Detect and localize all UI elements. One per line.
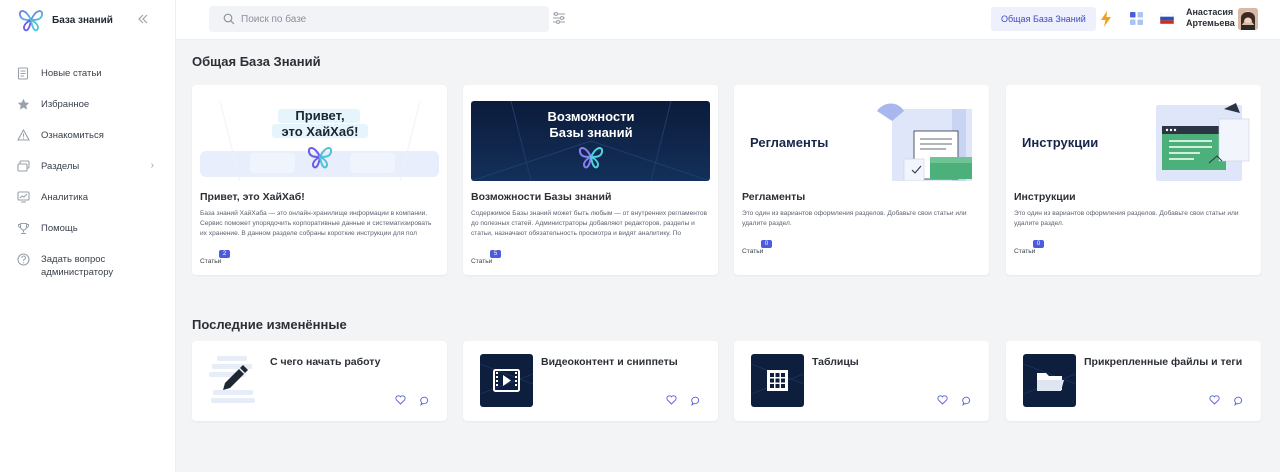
butterfly-logo-icon (19, 10, 43, 32)
articles-label: Статьи (1014, 248, 1036, 255)
heart-icon[interactable] (666, 395, 677, 405)
card-banner: Инструкции (1014, 101, 1253, 181)
comment-icon[interactable] (691, 396, 701, 406)
recent-article-title[interactable]: Видеоконтент и сниппеты (541, 356, 678, 368)
sidebar-item-sections[interactable]: Разделы › (0, 151, 176, 182)
section-card[interactable]: Инструкции Инструкции Это один из вариан… (1006, 85, 1261, 275)
filter-settings-icon[interactable] (552, 11, 566, 25)
folder-icon (1023, 354, 1076, 407)
sidebar-item-new-articles[interactable]: Новые статьи (0, 58, 176, 89)
sidebar-item-label: Помощь (41, 223, 78, 234)
card-description: Содержимое Базы знаний может быть любым … (471, 210, 708, 237)
section-title: Общая База Знаний (192, 54, 321, 69)
warning-icon (16, 128, 30, 142)
video-icon (480, 354, 533, 407)
comment-icon[interactable] (962, 396, 972, 406)
user-last-name: Артемьева (1186, 18, 1235, 28)
russian-flag-icon[interactable] (1160, 13, 1174, 24)
recent-article-card[interactable]: С чего начать работу (192, 341, 447, 421)
recent-article-card[interactable]: Видеоконтент и сниппеты (463, 341, 718, 421)
section-card[interactable]: Возможности Базы знаний Возможности Базы… (463, 85, 718, 275)
avatar[interactable] (1238, 8, 1258, 30)
user-name[interactable]: Анастасия Артемьева (1186, 7, 1235, 29)
heart-icon[interactable] (937, 395, 948, 405)
apps-grid-icon[interactable] (1130, 12, 1143, 25)
sidebar-item-label: Избранное (41, 99, 90, 110)
articles-label: Статьи (742, 248, 764, 255)
sections-icon (16, 159, 30, 173)
recent-article-title[interactable]: С чего начать работу (270, 356, 381, 368)
articles-label: Статьи (200, 258, 222, 265)
brand[interactable]: База знаний (16, 4, 113, 36)
sidebar-item-ask-admin[interactable]: Задать вопрос администратору (0, 244, 176, 288)
search-icon (223, 13, 235, 25)
heart-icon[interactable] (1209, 395, 1220, 405)
top-header: Общая База Знаний Анастасия Артемьева (176, 0, 1280, 40)
card-title[interactable]: Возможности Базы знаний (471, 191, 611, 203)
sidebar-item-label: Ознакомиться (41, 130, 104, 141)
recent-section-title: Последние изменённые (192, 317, 347, 332)
banner-text: Возможности (548, 109, 635, 124)
sidebar-item-label: Разделы (41, 161, 80, 172)
articles-label: Статьи (471, 258, 493, 265)
sidebar-item-label: Задать вопрос администратору (41, 254, 114, 278)
article-count-badge: 0 (1033, 240, 1044, 248)
banner-text: Регламенты (750, 135, 828, 150)
question-icon (16, 252, 30, 266)
card-banner: Возможности Базы знаний (471, 101, 710, 181)
article-count-badge: 5 (490, 250, 501, 258)
chevron-right-icon: › (150, 160, 154, 171)
sidebar-item-favorites[interactable]: Избранное (0, 89, 176, 120)
sidebar-item-analytics[interactable]: Аналитика (0, 182, 176, 213)
sidebar-item-label: Новые статьи (41, 68, 102, 79)
search-input[interactable] (241, 13, 521, 25)
card-banner: Регламенты (742, 101, 981, 181)
lightning-icon[interactable] (1100, 11, 1112, 27)
collapse-sidebar-icon[interactable] (136, 12, 150, 26)
sidebar-item-review[interactable]: Ознакомиться (0, 120, 176, 151)
card-title[interactable]: Привет, это ХайХаб! (200, 191, 305, 203)
banner-text: Инструкции (1022, 135, 1098, 150)
brand-name: База знаний (52, 14, 113, 26)
card-title[interactable]: Инструкции (1014, 191, 1076, 203)
section-card[interactable]: Привет, это ХайХаб! Привет, это ХайХаб! … (192, 85, 447, 275)
recent-article-card[interactable]: Таблицы (734, 341, 989, 421)
sidebar-item-label: Аналитика (41, 192, 89, 203)
banner-text: Привет, (295, 108, 344, 123)
card-description: Это один из вариантов оформления раздело… (742, 210, 967, 227)
card-banner: Привет, это ХайХаб! (200, 101, 439, 181)
sidebar-item-help[interactable]: Помощь (0, 213, 176, 244)
comment-icon[interactable] (420, 396, 430, 406)
heart-icon[interactable] (395, 395, 406, 405)
section-card[interactable]: Регламенты Регламенты Это один из вариан… (734, 85, 989, 275)
card-title[interactable]: Регламенты (742, 191, 805, 203)
user-first-name: Анастасия (1186, 7, 1234, 17)
recent-article-title[interactable]: Таблицы (812, 356, 859, 368)
banner-text: Базы знаний (549, 125, 632, 140)
article-count-badge: 2 (219, 250, 230, 258)
help-trophy-icon (16, 221, 30, 235)
sidebar-nav: Новые статьи Избранное Ознакомиться Разд… (0, 58, 176, 288)
star-icon (16, 97, 30, 111)
banner-text: это ХайХаб! (282, 124, 359, 139)
knowledge-base-button[interactable]: Общая База Знаний (991, 7, 1096, 31)
recent-article-title[interactable]: Прикрепленные файлы и теги (1084, 356, 1242, 368)
analytics-icon (16, 190, 30, 204)
article-count-badge: 0 (761, 240, 772, 248)
pencil-icon (209, 354, 262, 407)
sidebar: База знаний Новые статьи Избранное Ознак… (0, 0, 176, 472)
recent-article-card[interactable]: Прикрепленные файлы и теги (1006, 341, 1261, 421)
search-box[interactable] (209, 6, 549, 32)
new-articles-icon (16, 66, 30, 80)
card-description: Это один из вариантов оформления раздело… (1014, 210, 1239, 227)
comment-icon[interactable] (1234, 396, 1244, 406)
table-icon (751, 354, 804, 407)
card-description: База знаний ХайХаба — это онлайн-хранили… (200, 210, 432, 237)
